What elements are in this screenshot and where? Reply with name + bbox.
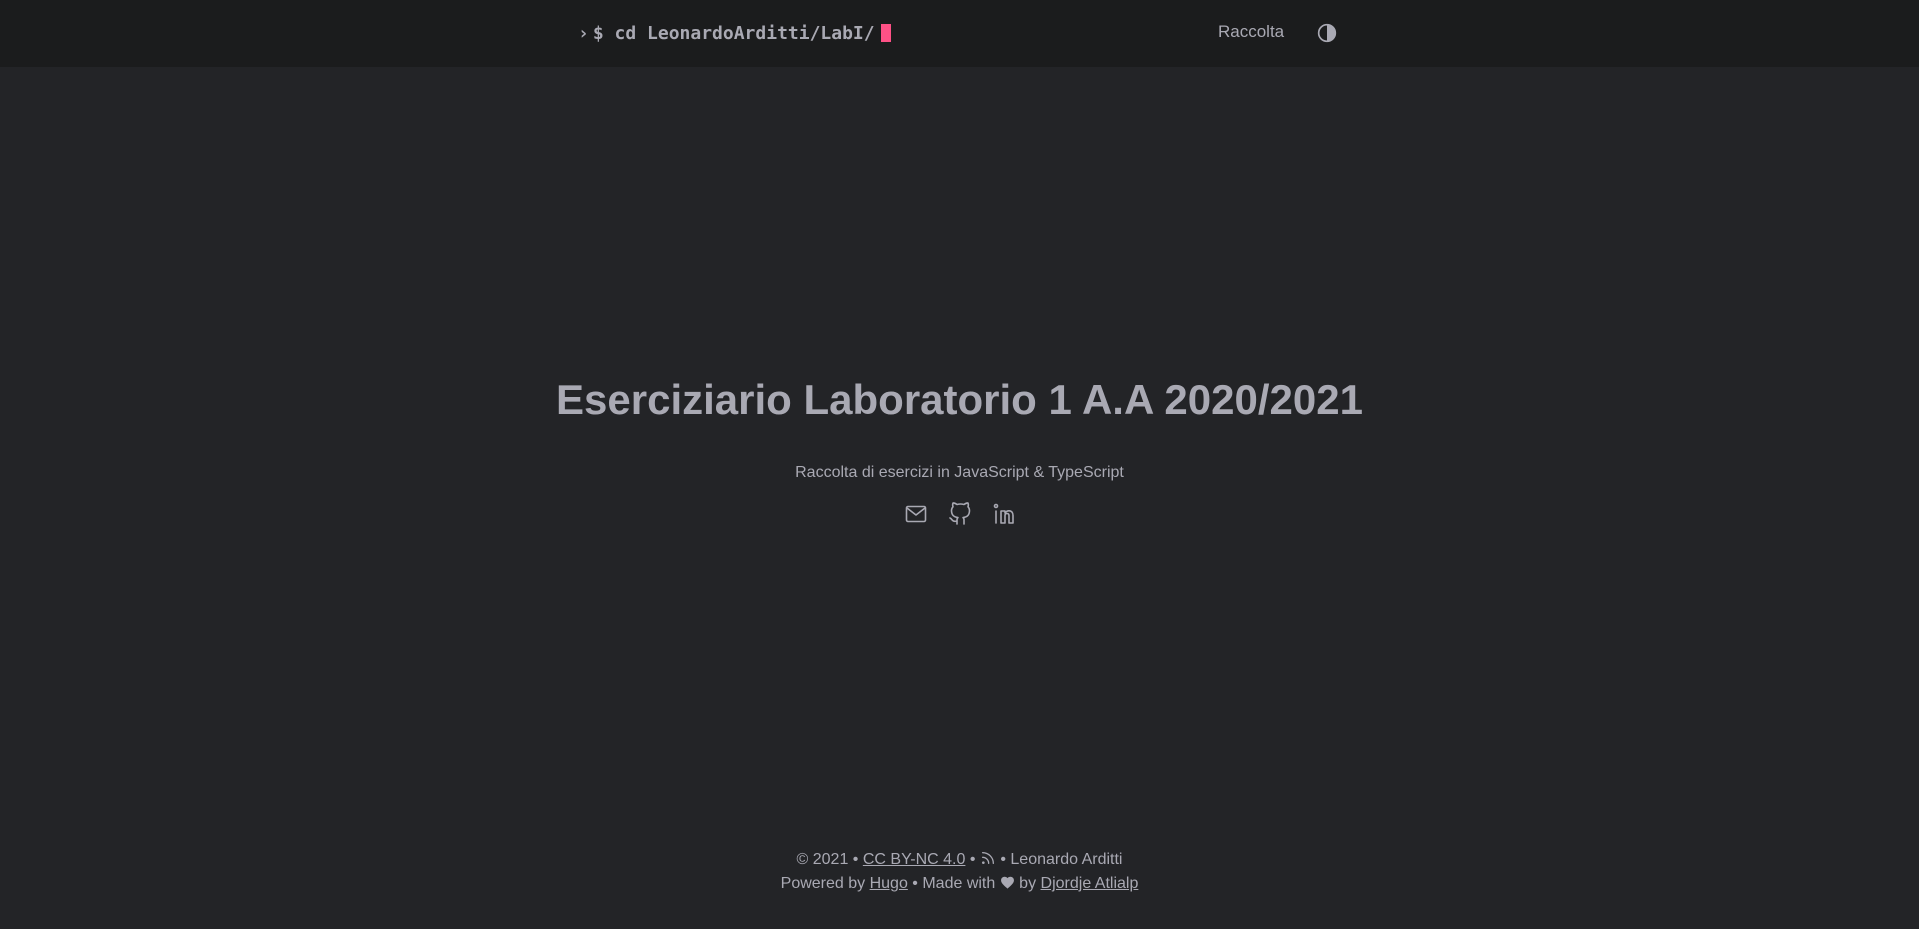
logo-command-text: $ cd LeonardoArditti/LabI/ (592, 22, 875, 44)
footer-line-1: © 2021 • CC BY-NC 4.0 • • Leonardo Ardit… (0, 848, 1919, 872)
mail-icon[interactable] (904, 502, 928, 526)
hugo-link[interactable]: Hugo (870, 875, 908, 892)
theme-toggle-icon[interactable] (1317, 23, 1337, 43)
logo-cursor (880, 24, 891, 42)
license-link[interactable]: CC BY-NC 4.0 (863, 851, 966, 868)
footer-by: by (1019, 875, 1037, 892)
footer-copyright: © 2021 (796, 851, 849, 868)
page-title: Eserciziario Laboratorio 1 A.A 2020/2021 (556, 376, 1363, 423)
footer-made-with: Made with (922, 875, 996, 892)
page-subtitle: Raccolta di esercizi in JavaScript & Typ… (795, 464, 1124, 481)
menu-item-raccolta[interactable]: Raccolta (1218, 22, 1284, 42)
logo-chevron: › (578, 22, 589, 44)
footer-separator: • (848, 851, 863, 868)
heart-icon (1000, 876, 1014, 889)
github-icon[interactable] (948, 502, 972, 526)
social-links (0, 502, 1919, 526)
footer-powered-by: Powered by (780, 875, 866, 892)
footer-line-2: Powered by Hugo • Made with by Djordje A… (0, 872, 1919, 896)
top-navbar: › $ cd LeonardoArditti/LabI/ Raccolta (0, 0, 1919, 67)
footer-separator: • (907, 875, 923, 892)
site-logo[interactable]: › $ cd LeonardoArditti/LabI/ (578, 20, 891, 46)
theme-author-link[interactable]: Djordje Atlialp (1041, 875, 1139, 892)
footer-separator: • (965, 851, 980, 868)
linkedin-icon[interactable] (992, 502, 1016, 526)
rss-icon[interactable] (980, 851, 996, 868)
site-footer: © 2021 • CC BY-NC 4.0 • • Leonardo Ardit… (0, 848, 1919, 896)
footer-separator: • (995, 851, 1011, 868)
footer-author: Leonardo Arditti (1010, 851, 1123, 868)
